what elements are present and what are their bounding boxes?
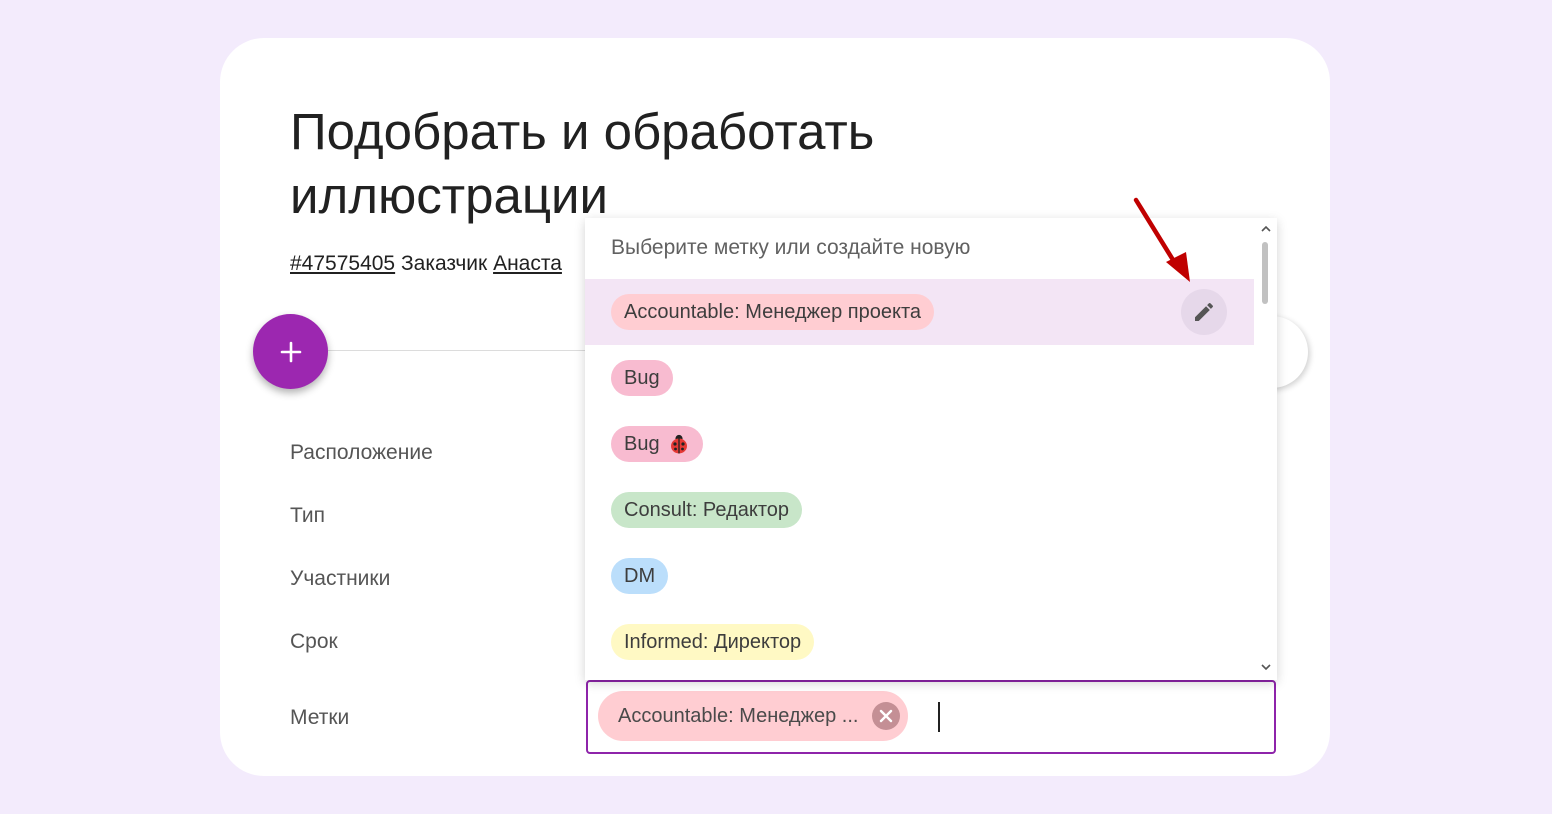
tag-option-label: Bug <box>624 432 660 455</box>
annotation-arrow-icon <box>1133 197 1190 282</box>
selected-tag-label: Accountable: Менеджер ... <box>618 704 859 727</box>
ladybug-icon <box>670 434 687 454</box>
field-label-type: Тип <box>290 504 326 527</box>
tag-option-chip: Accountable: Менеджер проекта <box>611 294 935 330</box>
tag-option-chip: Informed: Директор <box>611 624 815 660</box>
scrollbar-thumb[interactable] <box>1262 242 1268 304</box>
remove-tag-button[interactable] <box>872 702 901 730</box>
task-id-link[interactable]: #47575405 <box>290 252 395 275</box>
tag-option[interactable]: Consult: Редактор <box>585 477 1254 543</box>
field-label-deadline: Срок <box>290 630 338 653</box>
field-label-tags: Метки <box>290 706 350 729</box>
plus-icon <box>280 341 301 362</box>
tags-input[interactable]: Accountable: Менеджер ... <box>586 680 1276 754</box>
scrollbar[interactable] <box>1255 218 1277 680</box>
chevron-up-icon[interactable] <box>1259 222 1273 236</box>
close-icon <box>880 709 893 723</box>
tag-option[interactable]: Bug <box>585 411 1254 477</box>
field-label-participants: Участники <box>290 567 391 590</box>
text-caret <box>938 702 940 732</box>
customer-name-link[interactable]: Анаста <box>493 252 562 275</box>
task-meta: #47575405 Заказчик Анаста <box>290 250 562 278</box>
dropdown-header: Выберите метку или создайте новую <box>611 236 971 259</box>
field-label-location: Расположение <box>290 441 433 464</box>
customer-label: Заказчик <box>400 252 488 275</box>
chevron-down-icon[interactable] <box>1259 660 1273 674</box>
tag-option[interactable]: Informed: Директор <box>585 609 1254 675</box>
tag-option-chip: Consult: Редактор <box>611 492 803 528</box>
tag-option[interactable]: DM <box>585 543 1254 609</box>
pencil-icon <box>1195 302 1214 321</box>
tag-option-chip: DM <box>611 558 669 594</box>
add-button[interactable] <box>253 314 328 389</box>
tag-option[interactable]: Bug <box>585 345 1254 411</box>
edit-tag-button[interactable] <box>1181 289 1227 335</box>
task-title: Подобрать и обработать иллюстрации <box>290 103 875 224</box>
tag-option-chip: Bug <box>611 360 673 396</box>
tag-option-chip: Bug <box>611 426 703 462</box>
selected-tag-chip[interactable]: Accountable: Менеджер ... <box>598 691 909 741</box>
